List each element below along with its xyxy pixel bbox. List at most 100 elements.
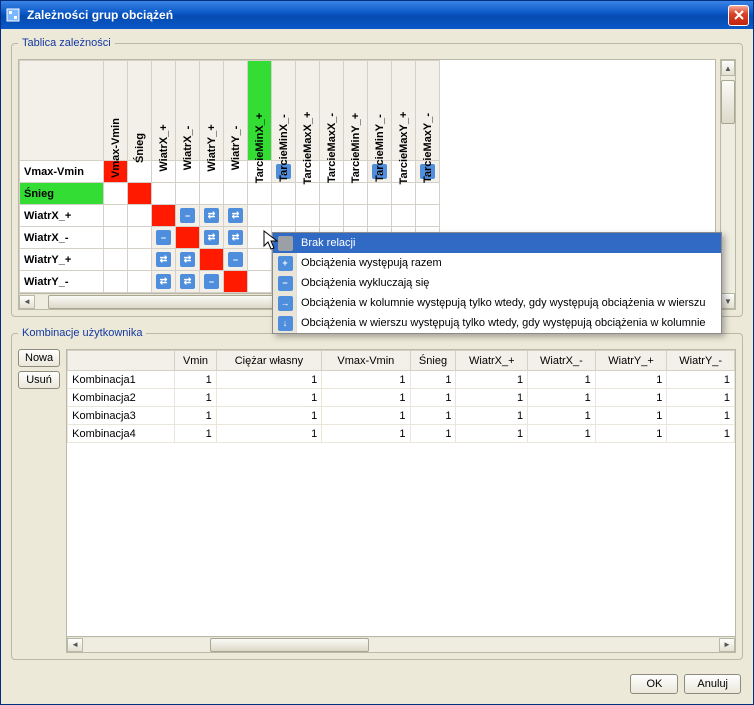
combo-value-cell[interactable]: 1 xyxy=(456,407,528,425)
scroll-down-icon[interactable]: ▼ xyxy=(721,293,735,309)
scroll-track[interactable] xyxy=(721,76,735,293)
matrix-cell[interactable] xyxy=(344,183,368,205)
matrix-cell[interactable] xyxy=(176,227,200,249)
matrix-cell[interactable] xyxy=(248,183,272,205)
matrix-col-header[interactable]: TarcieMinX_+ xyxy=(248,61,272,161)
table-row[interactable]: Kombinacja411111111 xyxy=(68,425,735,443)
matrix-cell[interactable] xyxy=(296,183,320,205)
combo-value-cell[interactable]: 1 xyxy=(667,425,735,443)
matrix-cell[interactable] xyxy=(200,183,224,205)
combo-value-cell[interactable]: 1 xyxy=(322,389,410,407)
scroll-track[interactable] xyxy=(83,638,719,652)
matrix-cell[interactable] xyxy=(344,205,368,227)
combo-value-cell[interactable]: 1 xyxy=(595,371,667,389)
matrix-cell[interactable] xyxy=(248,249,272,271)
context-menu-item[interactable]: →Obciążenia w kolumnie występują tylko w… xyxy=(273,293,721,313)
combo-value-cell[interactable]: 1 xyxy=(595,407,667,425)
combo-col-header[interactable]: WiatrX_+ xyxy=(456,351,528,371)
combo-name-cell[interactable]: Kombinacja1 xyxy=(68,371,175,389)
matrix-col-header[interactable]: Śnieg xyxy=(128,61,152,161)
matrix-cell[interactable] xyxy=(368,205,392,227)
matrix-cell[interactable] xyxy=(128,161,152,183)
combo-value-cell[interactable]: 1 xyxy=(410,389,456,407)
matrix-cell[interactable] xyxy=(248,205,272,227)
matrix-row-header[interactable]: Śnieg xyxy=(20,183,104,205)
combo-value-cell[interactable]: 1 xyxy=(175,389,216,407)
combo-col-header[interactable]: WiatrY_- xyxy=(667,351,735,371)
matrix-cell[interactable] xyxy=(296,205,320,227)
table-row[interactable]: Kombinacja311111111 xyxy=(68,407,735,425)
matrix-col-header[interactable]: TarcieMaxY_+ xyxy=(392,61,416,161)
context-menu-item[interactable]: Brak relacji xyxy=(273,233,721,253)
close-button[interactable] xyxy=(728,5,749,26)
matrix-cell[interactable] xyxy=(152,183,176,205)
matrix-cell[interactable] xyxy=(152,205,176,227)
matrix-cell[interactable] xyxy=(248,227,272,249)
matrix-cell[interactable]: ⇄ xyxy=(224,205,248,227)
matrix-cell[interactable]: ⇄ xyxy=(224,227,248,249)
combo-value-cell[interactable]: 1 xyxy=(216,389,321,407)
matrix-col-header[interactable]: TarcieMaxX_- xyxy=(320,61,344,161)
context-menu-item[interactable]: −Obciążenia wykluczają się xyxy=(273,273,721,293)
combo-value-cell[interactable]: 1 xyxy=(216,407,321,425)
matrix-cell[interactable] xyxy=(320,183,344,205)
combo-hscrollbar[interactable]: ◄ ► xyxy=(67,636,735,652)
matrix-cell[interactable] xyxy=(416,205,440,227)
combo-value-cell[interactable]: 1 xyxy=(175,371,216,389)
matrix-col-header[interactable]: WiatrX_+ xyxy=(152,61,176,161)
combo-value-cell[interactable]: 1 xyxy=(410,425,456,443)
matrix-cell[interactable] xyxy=(176,183,200,205)
combo-value-cell[interactable]: 1 xyxy=(667,389,735,407)
combo-value-cell[interactable]: 1 xyxy=(528,407,596,425)
scroll-left-icon[interactable]: ◄ xyxy=(19,295,35,309)
new-combo-button[interactable]: Nowa xyxy=(18,349,60,367)
matrix-row-header[interactable]: WiatrY_- xyxy=(20,271,104,293)
scroll-right-icon[interactable]: ► xyxy=(719,638,735,652)
combo-table[interactable]: VminCiężar własnyVmax-VminŚniegWiatrX_+W… xyxy=(66,349,736,653)
matrix-cell[interactable]: − xyxy=(152,227,176,249)
matrix-cell[interactable]: − xyxy=(200,271,224,293)
matrix-row-header[interactable]: WiatrY_+ xyxy=(20,249,104,271)
matrix-col-header[interactable]: TarcieMinY_+ xyxy=(344,61,368,161)
combo-value-cell[interactable]: 1 xyxy=(456,389,528,407)
matrix-row-header[interactable]: Vmax-Vmin xyxy=(20,161,104,183)
cancel-button[interactable]: Anuluj xyxy=(684,674,741,694)
table-row[interactable]: Kombinacja111111111 xyxy=(68,371,735,389)
delete-combo-button[interactable]: Usuń xyxy=(18,371,60,389)
relation-context-menu[interactable]: Brak relacji+Obciążenia występują razem−… xyxy=(272,232,722,334)
matrix-cell[interactable] xyxy=(104,205,128,227)
combo-value-cell[interactable]: 1 xyxy=(175,407,216,425)
combo-value-cell[interactable]: 1 xyxy=(216,425,321,443)
matrix-cell[interactable] xyxy=(368,183,392,205)
combo-value-cell[interactable]: 1 xyxy=(528,389,596,407)
scroll-thumb[interactable] xyxy=(210,638,369,652)
matrix-cell[interactable] xyxy=(128,271,152,293)
matrix-cell[interactable] xyxy=(272,205,296,227)
matrix-cell[interactable] xyxy=(128,249,152,271)
matrix-col-header[interactable]: TarcieMaxY_- xyxy=(416,61,440,161)
matrix-row-header[interactable]: WiatrX_- xyxy=(20,227,104,249)
combo-value-cell[interactable]: 1 xyxy=(410,407,456,425)
matrix-cell[interactable] xyxy=(416,183,440,205)
matrix-col-header[interactable]: WiatrY_- xyxy=(224,61,248,161)
combo-value-cell[interactable]: 1 xyxy=(595,389,667,407)
combo-value-cell[interactable]: 1 xyxy=(528,425,596,443)
combo-value-cell[interactable]: 1 xyxy=(175,425,216,443)
combo-col-header[interactable]: Vmax-Vmin xyxy=(322,351,410,371)
scroll-left-icon[interactable]: ◄ xyxy=(67,638,83,652)
matrix-col-header[interactable]: WiatrY_+ xyxy=(200,61,224,161)
combo-col-header[interactable]: WiatrY_+ xyxy=(595,351,667,371)
matrix-cell[interactable] xyxy=(272,183,296,205)
combo-value-cell[interactable]: 1 xyxy=(322,407,410,425)
combo-value-cell[interactable]: 1 xyxy=(667,371,735,389)
combo-name-cell[interactable]: Kombinacja3 xyxy=(68,407,175,425)
matrix-row-header[interactable]: WiatrX_+ xyxy=(20,205,104,227)
matrix-col-header[interactable]: TarcieMaxX_+ xyxy=(296,61,320,161)
matrix-cell[interactable]: − xyxy=(224,249,248,271)
matrix-cell[interactable] xyxy=(224,183,248,205)
matrix-cell[interactable] xyxy=(104,227,128,249)
context-menu-item[interactable]: +Obciążenia występują razem xyxy=(273,253,721,273)
scroll-up-icon[interactable]: ▲ xyxy=(721,60,735,76)
matrix-cell[interactable] xyxy=(320,205,344,227)
table-row[interactable]: Kombinacja211111111 xyxy=(68,389,735,407)
